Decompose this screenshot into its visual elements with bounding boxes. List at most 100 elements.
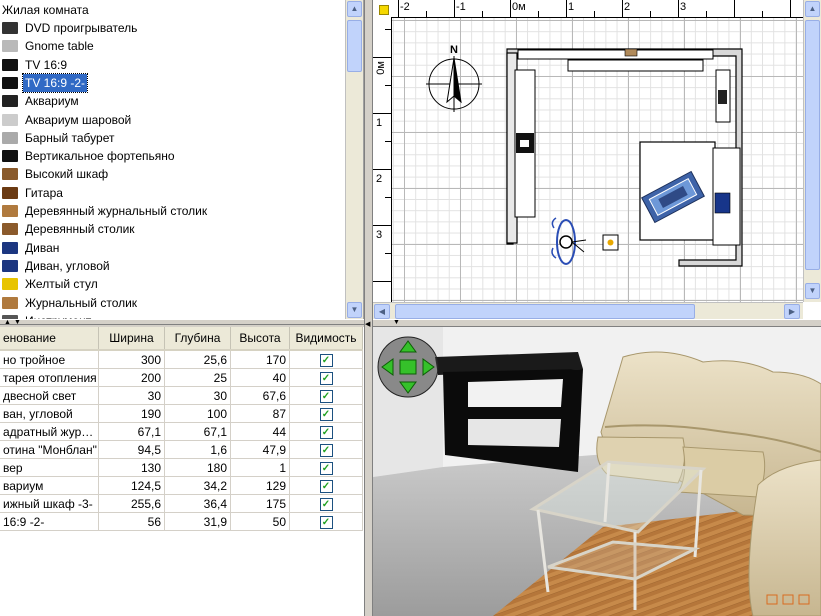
column-name-header[interactable]: енование (0, 327, 99, 351)
catalog-scrollbar[interactable]: ▲ ▼ (345, 0, 363, 319)
table-row[interactable]: вер 130 180 1 ✓ (0, 458, 363, 477)
plan-hscroll-thumb[interactable] (395, 304, 695, 319)
splitter-down-icon[interactable]: ▼ (393, 319, 400, 326)
catalog-item[interactable]: Аквариум шаровой (0, 111, 345, 129)
catalog-item-label: TV 16:9 -2- (21, 72, 89, 93)
column-depth-header[interactable]: Глубина (164, 327, 231, 351)
catalog-item[interactable]: Журнальный столик (0, 294, 345, 312)
compass-icon[interactable]: N (426, 44, 482, 112)
depth-cell: 34,2 (164, 476, 231, 495)
splitter-down-icon[interactable]: ▼ (14, 319, 21, 326)
catalog-item[interactable]: Вертикальное фортепьяно (0, 147, 345, 165)
aquarium-icon (2, 95, 18, 108)
visibility-checkbox[interactable]: ✓ (319, 444, 333, 457)
catalog-category-label[interactable]: Жилая комната (2, 3, 89, 17)
column-width-header[interactable]: Ширина (98, 327, 165, 351)
dvd-player-icon (2, 22, 18, 34)
catalog-item[interactable]: Гитара (0, 184, 345, 202)
table-row[interactable]: вариум 124,5 34,2 129 ✓ (0, 476, 363, 495)
catalog-item[interactable]: Диван (0, 239, 345, 257)
visibility-cell: ✓ (289, 422, 363, 441)
depth-cell: 36,4 (164, 494, 231, 513)
visibility-checkbox[interactable]: ✓ (319, 354, 333, 367)
plan-view[interactable]: -2 -1 0м 1 2 3 0м 1 2 3 N ◀ ▶ ▲ ▼ (373, 0, 821, 319)
plan-vscroll-thumb[interactable] (805, 20, 820, 270)
sofa-icon (2, 241, 18, 254)
visibility-cell: ✓ (289, 458, 363, 477)
scroll-down-icon[interactable]: ▼ (347, 302, 362, 318)
piano-icon (2, 150, 18, 163)
visibility-checkbox[interactable]: ✓ (319, 516, 333, 529)
table-row[interactable]: ван, угловой 190 100 87 ✓ (0, 404, 363, 423)
visibility-checkbox[interactable]: ✓ (319, 480, 333, 493)
scroll-right-icon[interactable]: ▶ (784, 304, 800, 319)
radiator[interactable] (567, 59, 704, 72)
table-row[interactable]: ижный шкаф -3- 255,6 36,4 175 ✓ (0, 494, 363, 513)
table-row[interactable]: но тройное 300 25,6 170 ✓ (0, 350, 363, 369)
catalog-item[interactable]: TV 16:9 -2- (0, 72, 345, 93)
catalog-item[interactable]: Деревянный столик (0, 220, 345, 238)
table-row[interactable]: адратный жур… 67,1 67,1 44 ✓ (0, 422, 363, 441)
catalog-item[interactable]: Желтый стул (0, 275, 345, 293)
catalog-scroll-thumb[interactable] (347, 20, 362, 72)
furniture-catalog[interactable]: Жилая комната DVD проигрыватель Gnome tab… (0, 0, 364, 319)
right-horizontal-splitter[interactable]: ▼ (373, 319, 821, 327)
catalog-item[interactable]: Инструмент (0, 312, 345, 319)
catalog-item[interactable]: Барный табурет (0, 129, 345, 147)
catalog-item-label: Диван, угловой (25, 258, 110, 273)
furniture-table[interactable]: енование Ширина Глубина Высота Видимость… (0, 327, 363, 531)
table-row[interactable]: двесной свет 30 30 67,6 ✓ (0, 386, 363, 405)
3d-scene[interactable] (373, 327, 821, 616)
visibility-checkbox[interactable]: ✓ (319, 498, 333, 511)
splitter-left-icon[interactable]: ◀ (365, 320, 370, 328)
catalog-item[interactable]: Gnome table (0, 37, 345, 55)
catalog-item[interactable]: Аквариум (0, 92, 345, 110)
furniture-list[interactable]: енование Ширина Глубина Высота Видимость… (0, 327, 364, 616)
catalog-item[interactable]: TV 16:9 (0, 56, 345, 74)
3d-view[interactable] (373, 327, 821, 616)
tv-screen (520, 140, 529, 147)
vertical-splitter[interactable]: ◀ (364, 0, 373, 616)
visitor-camera-icon[interactable] (551, 217, 587, 265)
visibility-checkbox[interactable]: ✓ (319, 372, 333, 385)
catalog-item[interactable]: Высокий шкаф (0, 165, 345, 183)
height-cell: 1 (230, 458, 290, 477)
visibility-checkbox[interactable]: ✓ (319, 462, 333, 475)
furniture-name-cell: вер (0, 458, 99, 477)
armchair[interactable] (714, 192, 731, 214)
visibility-checkbox[interactable]: ✓ (319, 408, 333, 421)
window[interactable] (517, 49, 714, 60)
column-height-header[interactable]: Высота (230, 327, 290, 351)
catalog-item-label: Деревянный журнальный столик (25, 204, 208, 218)
ceiling-light[interactable] (624, 48, 638, 57)
visibility-cell: ✓ (289, 494, 363, 513)
width-cell: 56 (98, 512, 165, 531)
scroll-up-icon[interactable]: ▲ (805, 1, 820, 17)
navigation-arrows-icon[interactable] (377, 336, 439, 398)
furniture-name-cell: но тройное (0, 350, 99, 369)
width-cell: 255,6 (98, 494, 165, 513)
height-cell: 50 (230, 512, 290, 531)
splitter-up-icon[interactable]: ▲ (4, 319, 11, 326)
catalog-item[interactable]: DVD проигрыватель (0, 19, 345, 37)
width-cell: 94,5 (98, 440, 165, 459)
scroll-left-icon[interactable]: ◀ (374, 304, 390, 319)
plan-drawing[interactable]: N (373, 0, 803, 302)
visibility-checkbox[interactable]: ✓ (319, 426, 333, 439)
plan-vertical-scrollbar[interactable]: ▲ ▼ (803, 0, 821, 302)
scroll-down-icon[interactable]: ▼ (805, 283, 820, 299)
table-item (607, 239, 614, 246)
plan-horizontal-scrollbar[interactable]: ◀ ▶ (373, 302, 803, 319)
visibility-checkbox[interactable]: ✓ (319, 390, 333, 403)
catalog-item[interactable]: Диван, угловой (0, 257, 345, 275)
width-cell: 124,5 (98, 476, 165, 495)
yellow-chair-icon (2, 278, 18, 291)
table-row[interactable]: 16:9 -2- 56 31,9 50 ✓ (0, 512, 363, 531)
3d-bookshelf[interactable] (435, 352, 583, 472)
catalog-item[interactable]: Деревянный журнальный столик (0, 202, 345, 220)
table-row[interactable]: отина "Монблан" 94,5 1,6 47,9 ✓ (0, 440, 363, 459)
column-visibility-header[interactable]: Видимость (289, 327, 363, 351)
scroll-up-icon[interactable]: ▲ (347, 1, 362, 17)
horizontal-splitter[interactable]: ▲ ▼ (0, 319, 372, 326)
table-row[interactable]: тарея отопления 200 25 40 ✓ (0, 368, 363, 387)
